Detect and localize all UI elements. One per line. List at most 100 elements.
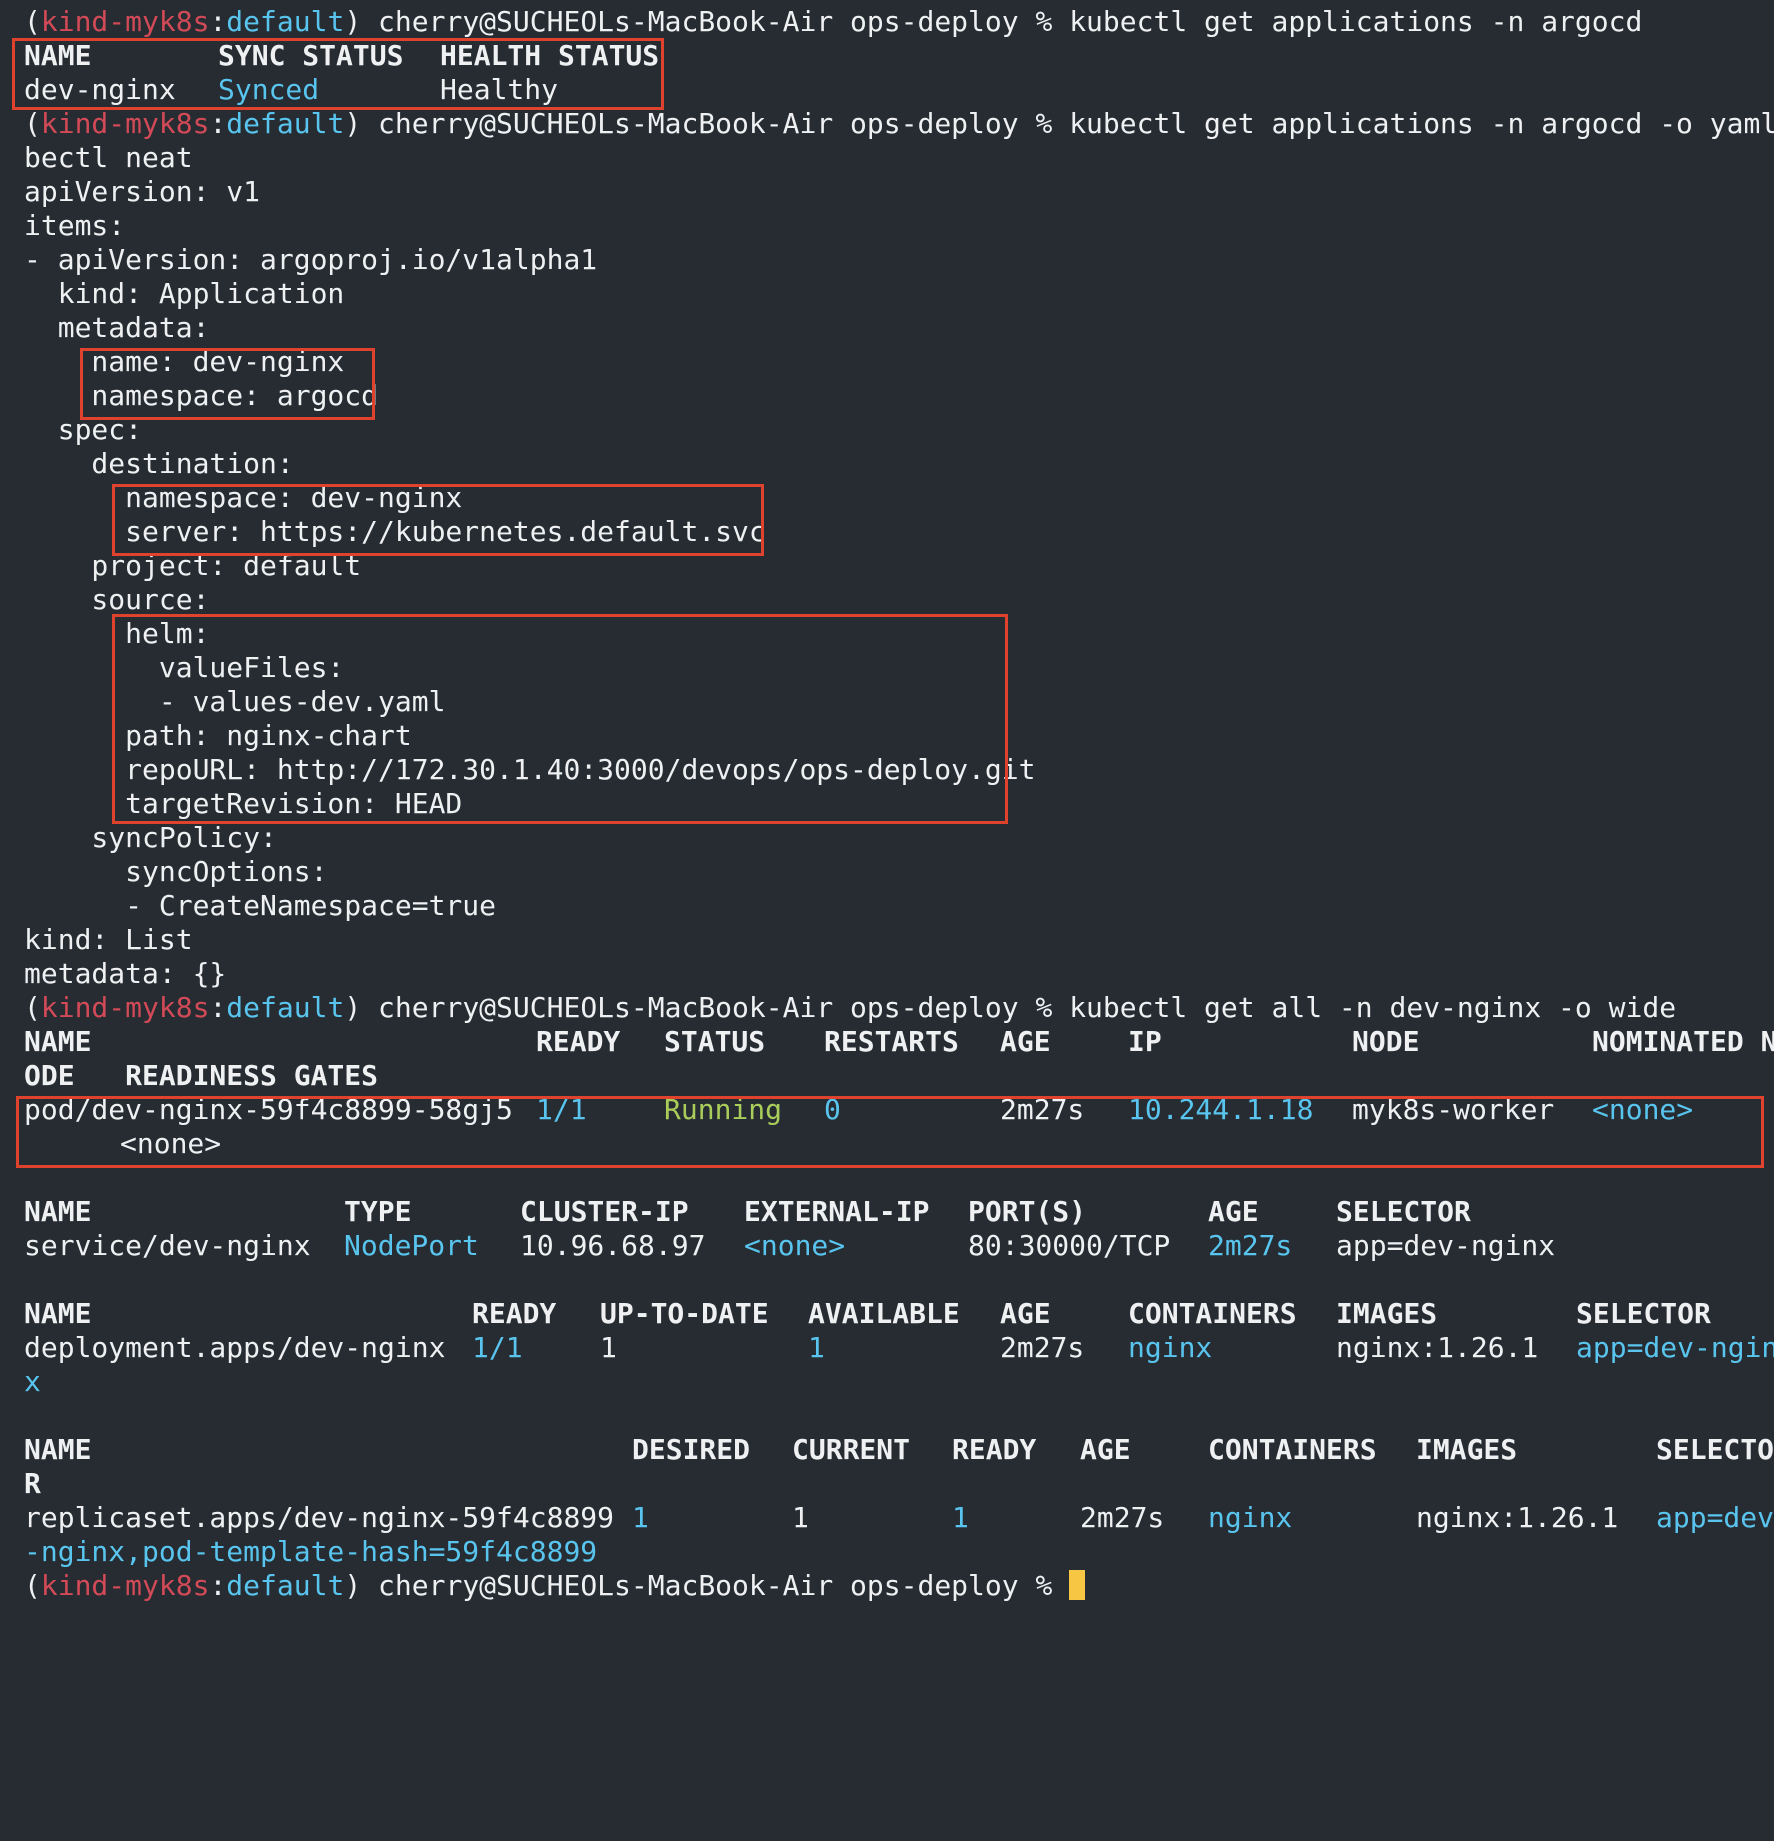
col-header: CURRENT [792,1433,911,1466]
col-header: NAME [24,39,92,72]
yaml-line: - values-dev.yaml [24,685,446,718]
prompt-sep: : [209,1569,227,1602]
command-text: kubectl get applications -n argocd -o ya… [1069,107,1774,140]
replicaset-images: nginx:1.26.1 [1416,1501,1619,1534]
col-header: READY [472,1297,557,1330]
col-header: HEALTH STATUS [440,39,660,72]
text-cursor[interactable] [1069,1570,1086,1600]
replicasets-table-header-wrap: R [24,1467,41,1500]
terminal-window[interactable]: (kind-myk8s:default) cherry@SUCHEOLs-Mac… [0,0,1774,1610]
deployment-ready: 1/1 [472,1331,523,1364]
deployment-selector: app=dev-ngin [1576,1331,1774,1364]
deployment-containers: nginx [1128,1331,1213,1364]
prompt-cluster: kind-myk8s [40,1569,210,1602]
yaml-line: targetRevision: HEAD [24,787,463,820]
pod-nominated-node: <none> [1592,1093,1694,1126]
col-header: IP [1128,1025,1162,1058]
prompt-user-dir: cherry@SUCHEOLs-MacBook-Air ops-deploy % [361,5,1070,38]
col-header: NAME [24,1297,92,1330]
col-header: EXTERNAL-IP [744,1195,930,1228]
col-header: NOMINATED N [1592,1025,1774,1058]
col-header: SELECTO [1656,1433,1774,1466]
prompt-namespace: default [226,1569,345,1602]
replicasets-table-row-wrap: -nginx,pod-template-hash=59f4c8899 [24,1535,598,1568]
prompt-line-active[interactable]: (kind-myk8s:default) cherry@SUCHEOLs-Mac… [24,1569,1774,1603]
deployment-available: 1 [808,1331,825,1364]
deployment-images: nginx:1.26.1 [1336,1331,1539,1364]
replicaset-age: 2m27s [1080,1501,1165,1534]
command-text: kubectl get all -n dev-nginx -o wide [1069,991,1677,1024]
col-header: CONTAINERS [1128,1297,1297,1330]
pod-readiness-gates: <none> [120,1127,222,1160]
deployment-name: deployment.apps/dev-nginx [24,1331,446,1364]
yaml-line: spec: [24,413,143,446]
yaml-line: namespace: argocd [24,379,379,412]
command-wrap: bectl neat [24,141,193,174]
yaml-line: metadata: [24,311,210,344]
prompt-open: ( [24,107,41,140]
col-header: IMAGES [1336,1297,1438,1330]
deployments-table-row: deployment.apps/dev-nginx 1/1 1 1 2m27s … [24,1331,1774,1365]
replicaset-selector: app=dev [1656,1501,1774,1534]
prompt-close: ) [344,5,362,38]
col-header: IMAGES [1416,1433,1518,1466]
prompt-namespace: default [226,991,345,1024]
deployment-up-to-date: 1 [600,1331,617,1364]
col-header: AVAILABLE [808,1297,960,1330]
yaml-line: helm: [24,617,210,650]
prompt-user-dir: cherry@SUCHEOLs-MacBook-Air ops-deploy % [361,991,1070,1024]
pods-table-header-wrap: ODE READINESS GATES [24,1059,379,1092]
pod-status: Running [664,1093,783,1126]
pod-age: 2m27s [1000,1093,1085,1126]
col-header: NAME [24,1433,92,1466]
col-header: STATUS [664,1025,766,1058]
col-header: SELECTOR [1336,1195,1471,1228]
col-header: SELECTOR [1576,1297,1711,1330]
prompt-open: ( [24,5,41,38]
prompt-cluster: kind-myk8s [40,991,210,1024]
app-name: dev-nginx [24,73,176,106]
prompt-close: ) [344,991,362,1024]
yaml-line: syncOptions: [24,855,328,888]
prompt-close: ) [344,1569,362,1602]
col-header: AGE [1080,1433,1131,1466]
pods-table-row-wrap: <none> [24,1127,1774,1161]
col-header: NAME [24,1025,92,1058]
replicaset-current: 1 [792,1501,809,1534]
prompt-open: ( [24,991,41,1024]
col-header: RESTARTS [824,1025,959,1058]
command-text: kubectl get applications -n argocd [1069,5,1643,38]
replicaset-name: replicaset.apps/dev-nginx-59f4c8899 [24,1501,615,1534]
col-header: AGE [1000,1025,1051,1058]
prompt-sep: : [209,5,227,38]
sync-status: Synced [218,73,320,106]
service-ports: 80:30000/TCP [968,1229,1171,1262]
yaml-line: path: nginx-chart [24,719,412,752]
pod-node: myk8s-worker [1352,1093,1555,1126]
yaml-line: destination: [24,447,294,480]
yaml-line: repoURL: http://172.30.1.40:3000/devops/… [24,753,1036,786]
deployments-table-row-wrap: x [24,1365,41,1398]
col-header: NAME [24,1195,92,1228]
service-name: service/dev-nginx [24,1229,311,1262]
replicasets-table-header: NAME DESIRED CURRENT READY AGE CONTAINER… [24,1433,1774,1467]
pods-table-header: NAME READY STATUS RESTARTS AGE IP NODE N… [24,1025,1774,1059]
prompt-user-dir: cherry@SUCHEOLs-MacBook-Air ops-deploy % [361,1569,1070,1602]
col-header: AGE [1208,1195,1259,1228]
yaml-line: apiVersion: v1 [24,175,261,208]
services-table-row: service/dev-nginx NodePort 10.96.68.97 <… [24,1229,1774,1263]
pod-name: pod/dev-nginx-59f4c8899-58gj5 [24,1093,513,1126]
apps-table-header: NAME SYNC STATUS HEALTH STATUS [24,39,1774,73]
pod-ready: 1/1 [536,1093,587,1126]
replicaset-ready: 1 [952,1501,969,1534]
replicasets-table-row: replicaset.apps/dev-nginx-59f4c8899 1 1 … [24,1501,1774,1535]
col-header: CLUSTER-IP [520,1195,689,1228]
services-table-header: NAME TYPE CLUSTER-IP EXTERNAL-IP PORT(S)… [24,1195,1774,1229]
prompt-line: (kind-myk8s:default) cherry@SUCHEOLs-Mac… [24,107,1774,141]
pod-restarts: 0 [824,1093,841,1126]
col-header: READY [952,1433,1037,1466]
prompt-user-dir: cherry@SUCHEOLs-MacBook-Air ops-deploy % [361,107,1070,140]
health-status: Healthy [440,73,559,106]
